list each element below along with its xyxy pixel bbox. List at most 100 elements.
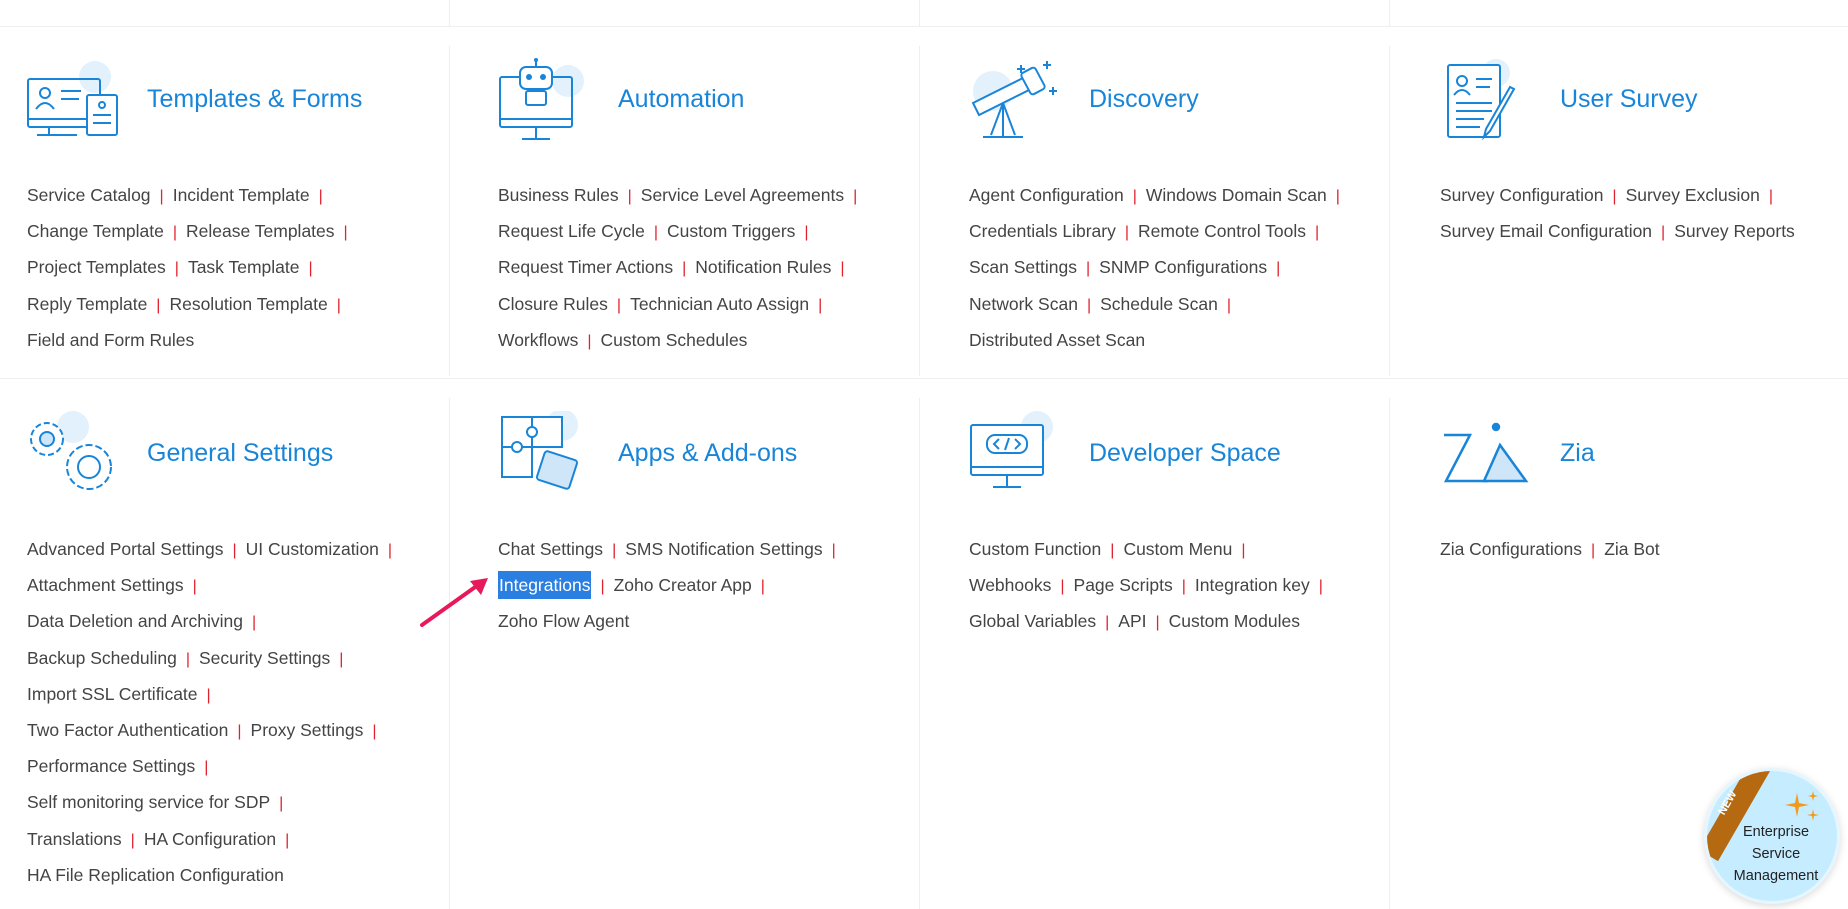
link-proxy-settings[interactable]: Proxy Settings (251, 718, 364, 742)
link-remote-control-tools[interactable]: Remote Control Tools (1138, 219, 1306, 243)
badge-line: Service (1751, 846, 1801, 862)
link-service-level-agreements[interactable]: Service Level Agreements (641, 183, 844, 207)
link-global-variables[interactable]: Global Variables (969, 609, 1096, 633)
link-custom-modules[interactable]: Custom Modules (1169, 609, 1300, 633)
link-chat-settings[interactable]: Chat Settings (498, 537, 603, 561)
link-project-templates[interactable]: Project Templates (27, 255, 166, 279)
link-ha-configuration[interactable]: HA Configuration (144, 827, 276, 851)
link-row: Global Variables | API | Custom Modules (969, 603, 1409, 639)
link-zia-configurations[interactable]: Zia Configurations (1440, 537, 1582, 561)
link-business-rules[interactable]: Business Rules (498, 183, 619, 207)
link-zia-bot[interactable]: Zia Bot (1604, 537, 1659, 561)
link-distributed-asset-scan[interactable]: Distributed Asset Scan (969, 328, 1145, 352)
link-custom-function[interactable]: Custom Function (969, 537, 1101, 561)
section-title[interactable]: Zia (1560, 439, 1595, 468)
section-title[interactable]: Templates & Forms (147, 85, 362, 114)
link-zoho-creator-app[interactable]: Zoho Creator App (614, 573, 752, 597)
link-advanced-portal-settings[interactable]: Advanced Portal Settings (27, 537, 224, 561)
link-request-life-cycle[interactable]: Request Life Cycle (498, 219, 645, 243)
section-header[interactable]: Apps & Add-ons (498, 409, 918, 511)
divider (1389, 398, 1390, 909)
link-workflows[interactable]: Workflows (498, 328, 578, 352)
link-zoho-flow-agent[interactable]: Zoho Flow Agent (498, 609, 629, 633)
separator: | (1335, 188, 1340, 205)
link-row: Scan Settings | SNMP Configurations | (969, 249, 1409, 285)
link-custom-menu[interactable]: Custom Menu (1123, 537, 1232, 561)
link-change-template[interactable]: Change Template (27, 219, 164, 243)
link-schedule-scan[interactable]: Schedule Scan (1100, 292, 1218, 316)
section-header[interactable]: General Settings (27, 411, 447, 511)
link-webhooks[interactable]: Webhooks (969, 573, 1051, 597)
link-service-catalog[interactable]: Service Catalog (27, 183, 151, 207)
section-title[interactable]: Discovery (1089, 85, 1199, 114)
link-page-scripts[interactable]: Page Scripts (1074, 573, 1173, 597)
link-credentials-library[interactable]: Credentials Library (969, 219, 1116, 243)
separator: | (616, 296, 622, 314)
link-windows-domain-scan[interactable]: Windows Domain Scan (1146, 183, 1327, 207)
link-task-template[interactable]: Task Template (188, 255, 300, 279)
link-incident-template[interactable]: Incident Template (173, 183, 310, 207)
esm-new-badge[interactable]: NEW Enterprise Service Management (1704, 768, 1840, 904)
link-sms-notification-settings[interactable]: SMS Notification Settings (625, 537, 822, 561)
section-title[interactable]: Automation (618, 85, 744, 114)
separator: | (279, 795, 284, 813)
link-survey-exclusion[interactable]: Survey Exclusion (1626, 183, 1760, 207)
link-performance-settings[interactable]: Performance Settings (27, 754, 195, 778)
link-release-templates[interactable]: Release Templates (186, 219, 335, 243)
separator: | (1060, 578, 1065, 596)
section-title[interactable]: General Settings (147, 439, 333, 468)
link-row: Webhooks | Page Scripts | Integration key | (969, 567, 1409, 603)
link-snmp-configurations[interactable]: SNMP Configurations (1099, 255, 1267, 279)
section-header[interactable]: Discovery (969, 57, 1389, 157)
separator: | (343, 224, 348, 242)
link-survey-reports[interactable]: Survey Reports (1674, 219, 1795, 243)
separator: | (156, 296, 161, 314)
section-title[interactable]: Apps & Add-ons (618, 439, 797, 468)
link-resolution-template[interactable]: Resolution Template (169, 292, 327, 316)
link-security-settings[interactable]: Security Settings (199, 646, 330, 670)
separator: | (818, 296, 823, 314)
link-custom-schedules[interactable]: Custom Schedules (601, 328, 748, 352)
section-header[interactable]: Zia (1440, 411, 1848, 511)
link-closure-rules[interactable]: Closure Rules (498, 292, 608, 316)
link-ui-customization[interactable]: UI Customization (246, 537, 379, 561)
link-translations[interactable]: Translations (27, 827, 122, 851)
link-field-and-form-rules[interactable]: Field and Form Rules (27, 328, 194, 352)
link-scan-settings[interactable]: Scan Settings (969, 255, 1077, 279)
section-header[interactable]: User Survey (1440, 57, 1848, 157)
link-integrations[interactable]: Integrations (498, 571, 592, 600)
section-header[interactable]: Templates & Forms (27, 57, 447, 157)
badge-label: Enterprise Service Management (1721, 821, 1831, 887)
link-backup-scheduling[interactable]: Backup Scheduling (27, 646, 177, 670)
link-survey-email-configuration[interactable]: Survey Email Configuration (1440, 219, 1652, 243)
link-notification-rules[interactable]: Notification Rules (695, 255, 831, 279)
link-row: Network Scan | Schedule Scan | (969, 286, 1409, 322)
link-network-scan[interactable]: Network Scan (969, 292, 1078, 316)
link-row: Distributed Asset Scan (969, 322, 1409, 358)
link-attachment-settings[interactable]: Attachment Settings (27, 573, 184, 597)
link-row: Change Template | Release Templates | (27, 213, 467, 249)
section-title[interactable]: Developer Space (1089, 439, 1281, 468)
section-title[interactable]: User Survey (1560, 85, 1698, 114)
link-row: Two Factor Authentication | Proxy Settings… (27, 712, 467, 748)
link-self-monitoring-service-for-sdp[interactable]: Self monitoring service for SDP (27, 790, 270, 814)
section-links: Agent Configuration | Windows Domain Scan |… (969, 177, 1409, 358)
link-integration-key[interactable]: Integration key (1195, 573, 1310, 597)
link-row: Integrations | Zoho Creator App | (498, 567, 938, 603)
link-data-deletion-and-archiving[interactable]: Data Deletion and Archiving (27, 609, 243, 633)
section-links: Survey Configuration | Survey Exclusion | Su… (1440, 177, 1848, 249)
section-header[interactable]: Developer Space (969, 411, 1389, 511)
link-reply-template[interactable]: Reply Template (27, 292, 147, 316)
link-technician-auto-assign[interactable]: Technician Auto Assign (630, 292, 809, 316)
link-survey-configuration[interactable]: Survey Configuration (1440, 183, 1603, 207)
section-header[interactable]: Automation (498, 57, 918, 157)
separator: | (318, 188, 323, 205)
link-request-timer-actions[interactable]: Request Timer Actions (498, 255, 673, 279)
section-links: Chat Settings | SMS Notification Settings |… (498, 531, 938, 640)
link-api[interactable]: API (1118, 609, 1146, 633)
link-custom-triggers[interactable]: Custom Triggers (667, 219, 795, 243)
link-agent-configuration[interactable]: Agent Configuration (969, 183, 1124, 207)
link-import-ssl-certificate[interactable]: Import SSL Certificate (27, 682, 198, 706)
link-two-factor-authentication[interactable]: Two Factor Authentication (27, 718, 228, 742)
link-ha-file-replication-configuration[interactable]: HA File Replication Configuration (27, 863, 284, 887)
